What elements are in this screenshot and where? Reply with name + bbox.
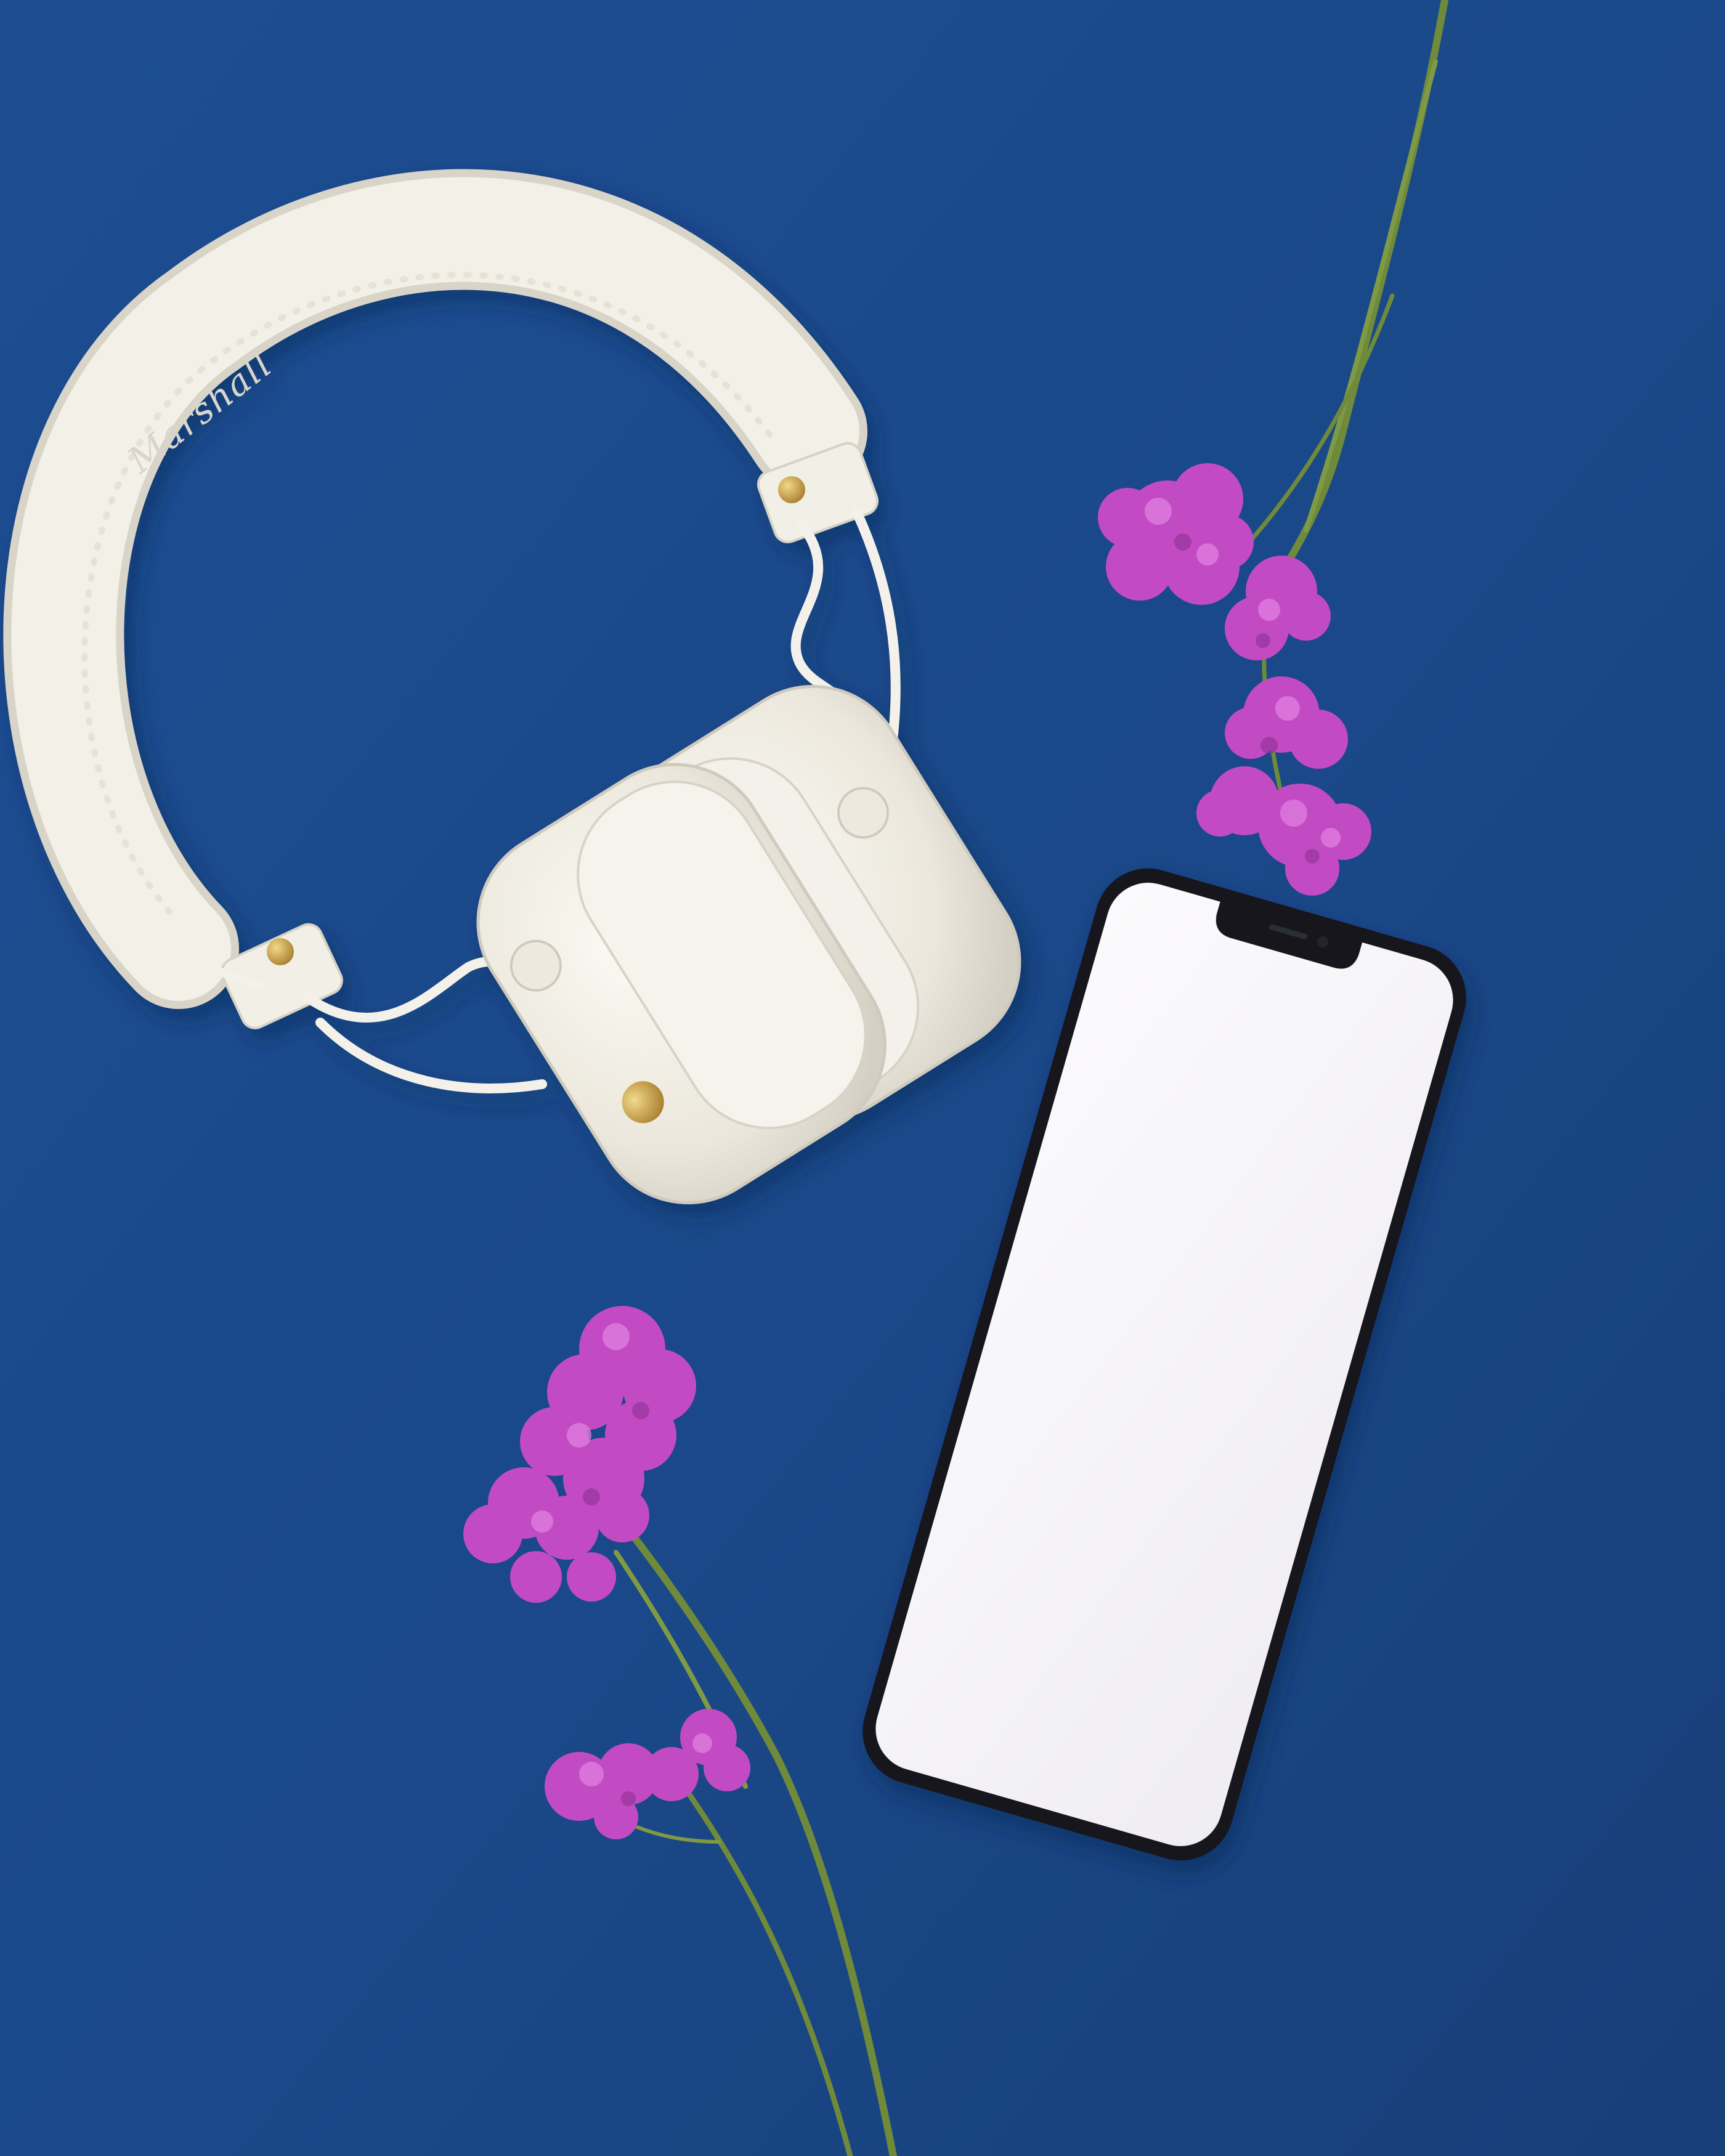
- hinge-screw-left: [267, 938, 294, 965]
- flatlay-scene: Marshall: [0, 0, 1725, 2156]
- hinge-screw-right: [778, 476, 805, 503]
